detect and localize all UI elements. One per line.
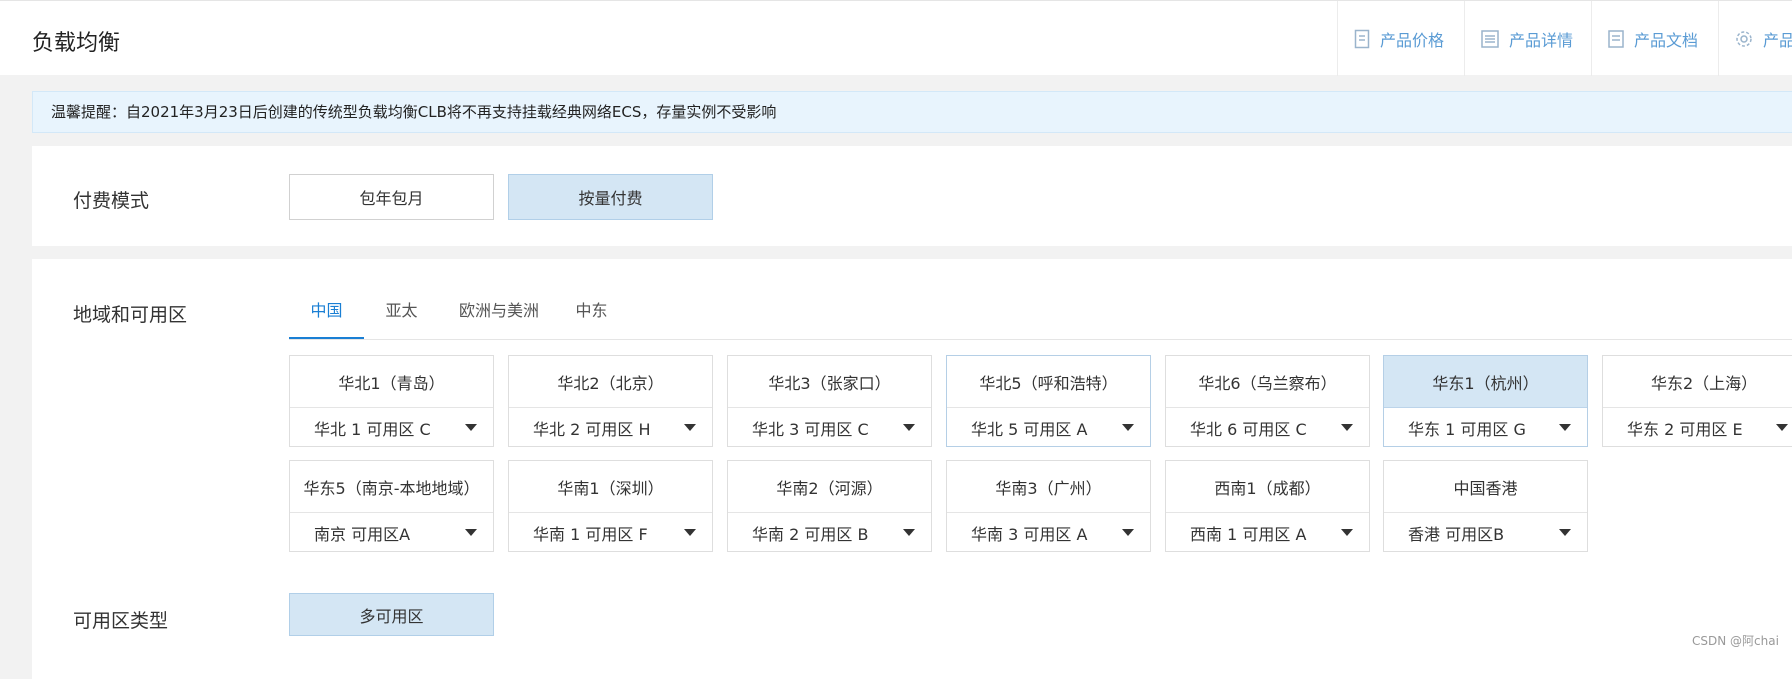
zone-card: 华北6（乌兰察布） 华北 6 可用区 C	[1165, 355, 1370, 447]
product-detail-label: 产品详情	[1509, 30, 1574, 50]
billing-option-payg[interactable]: 按量付费	[508, 174, 713, 220]
product-price-label: 产品价格	[1380, 30, 1445, 50]
notice-banner: 温馨提醒：自2021年3月23日后创建的传统型负载均衡CLB将不再支持挂载经典网…	[32, 91, 1792, 133]
zone-select[interactable]: 西南 1 可用区 A	[1166, 513, 1369, 552]
zone-type-label: 可用区类型	[73, 610, 169, 632]
document-icon	[1608, 29, 1624, 48]
billing-label: 付费模式	[73, 190, 150, 212]
zone-select-value: 华北 1 可用区 C	[314, 419, 431, 439]
zone-select[interactable]: 华东 2 可用区 E	[1603, 408, 1792, 447]
caret-down-icon	[1341, 529, 1353, 536]
zone-select-value: 华北 2 可用区 H	[533, 419, 651, 439]
region-label: 地域和可用区	[73, 304, 188, 326]
caret-down-icon	[465, 529, 477, 536]
caret-down-icon	[465, 424, 477, 431]
zone-card: 华东2（上海） 华东 2 可用区 E	[1602, 355, 1792, 447]
zone-select[interactable]: 华南 2 可用区 B	[728, 513, 931, 552]
zone-select-value: 华南 3 可用区 A	[971, 524, 1088, 544]
zone-card: 华南2（河源） 华南 2 可用区 B	[727, 460, 932, 552]
zone-card: 华北1（青岛） 华北 1 可用区 C	[289, 355, 494, 447]
zone-select-value: 华东 2 可用区 E	[1627, 419, 1743, 439]
zone-select-value: 西南 1 可用区 A	[1190, 524, 1307, 544]
watermark: CSDN @阿chai	[1692, 634, 1779, 648]
list-icon	[1481, 29, 1499, 48]
zone-select-value: 华南 1 可用区 F	[533, 524, 648, 544]
zone-select[interactable]: 香港 可用区B	[1384, 513, 1587, 552]
region-option[interactable]: 中国香港	[1384, 461, 1587, 513]
zone-type-multi-button[interactable]: 多可用区	[289, 593, 494, 636]
zone-select[interactable]: 华北 6 可用区 C	[1166, 408, 1369, 447]
region-option[interactable]: 华东2（上海）	[1603, 356, 1792, 408]
caret-down-icon	[903, 529, 915, 536]
caret-down-icon	[1122, 424, 1134, 431]
zone-select-value: 华东 1 可用区 G	[1408, 419, 1526, 439]
region-option[interactable]: 华北6（乌兰察布）	[1166, 356, 1369, 408]
zone-card: 华北2（北京） 华北 2 可用区 H	[508, 355, 713, 447]
caret-down-icon	[1776, 424, 1788, 431]
zone-select[interactable]: 华南 3 可用区 A	[947, 513, 1150, 552]
region-option[interactable]: 华北5（呼和浩特）	[947, 356, 1150, 408]
page-title: 负载均衡	[32, 31, 121, 56]
zone-card: 中国香港 香港 可用区B	[1383, 460, 1588, 552]
zone-select-value: 华北 5 可用区 A	[971, 419, 1088, 439]
caret-down-icon	[1559, 529, 1571, 536]
zone-select[interactable]: 华北 2 可用区 H	[509, 408, 712, 447]
region-option[interactable]: 华东5（南京-本地地域）	[290, 461, 493, 513]
tab-middle-east[interactable]: 中东	[559, 296, 624, 339]
region-option[interactable]: 华南3（广州）	[947, 461, 1150, 513]
zone-select[interactable]: 南京 可用区A	[290, 513, 493, 552]
product-price-link[interactable]: 产品价格	[1337, 1, 1464, 76]
header-links: 产品价格 产品详情 产品文档 产品	[1337, 1, 1792, 76]
product-console-label: 产品	[1763, 30, 1792, 50]
tab-asia-pacific[interactable]: 亚太	[364, 296, 439, 339]
zone-select-value: 香港 可用区B	[1408, 524, 1505, 544]
region-option[interactable]: 华北1（青岛）	[290, 356, 493, 408]
zone-select[interactable]: 华北 5 可用区 A	[947, 408, 1150, 447]
zone-card-selected: 华东1（杭州） 华东 1 可用区 G	[1383, 355, 1588, 447]
zone-select[interactable]: 华东 1 可用区 G	[1384, 408, 1587, 447]
region-tabs: 中国 亚太 欧洲与美洲 中东	[289, 296, 1792, 340]
gear-icon	[1736, 30, 1752, 47]
caret-down-icon	[1341, 424, 1353, 431]
region-option[interactable]: 华南2（河源）	[728, 461, 931, 513]
tab-china[interactable]: 中国	[289, 296, 364, 339]
zone-select-value: 华南 2 可用区 B	[752, 524, 869, 544]
zone-card: 西南1（成都） 西南 1 可用区 A	[1165, 460, 1370, 552]
zone-card: 华南3（广州） 华南 3 可用区 A	[946, 460, 1151, 552]
region-option[interactable]: 华北2（北京）	[509, 356, 712, 408]
zone-card: 华南1（深圳） 华南 1 可用区 F	[508, 460, 713, 552]
caret-down-icon	[903, 424, 915, 431]
product-docs-label: 产品文档	[1634, 30, 1699, 50]
tab-europe-americas[interactable]: 欧洲与美洲	[439, 296, 559, 339]
product-docs-link[interactable]: 产品文档	[1591, 1, 1718, 76]
receipt-icon	[1354, 29, 1370, 48]
zone-select-value: 华北 6 可用区 C	[1190, 419, 1307, 439]
zone-select[interactable]: 华北 1 可用区 C	[290, 408, 493, 447]
region-option[interactable]: 华北3（张家口）	[728, 356, 931, 408]
product-detail-link[interactable]: 产品详情	[1464, 1, 1591, 76]
product-console-link[interactable]: 产品	[1718, 1, 1792, 76]
billing-option-subscription[interactable]: 包年包月	[289, 174, 494, 220]
caret-down-icon	[1122, 529, 1134, 536]
region-option[interactable]: 华南1（深圳）	[509, 461, 712, 513]
region-option[interactable]: 西南1（成都）	[1166, 461, 1369, 513]
caret-down-icon	[684, 529, 696, 536]
caret-down-icon	[1559, 424, 1571, 431]
zone-select-value: 南京 可用区A	[314, 524, 411, 544]
zone-card: 华北5（呼和浩特） 华北 5 可用区 A	[946, 355, 1151, 447]
page-header: 负载均衡 产品价格 产品详情 产品文档 产品	[0, 0, 1792, 76]
zone-select-value: 华北 3 可用区 C	[752, 419, 869, 439]
caret-down-icon	[684, 424, 696, 431]
region-option-selected[interactable]: 华东1（杭州）	[1384, 356, 1587, 408]
zone-select[interactable]: 华南 1 可用区 F	[509, 513, 712, 552]
zone-select[interactable]: 华北 3 可用区 C	[728, 408, 931, 447]
zone-card: 华北3（张家口） 华北 3 可用区 C	[727, 355, 932, 447]
zone-card: 华东5（南京-本地地域） 南京 可用区A	[289, 460, 494, 552]
